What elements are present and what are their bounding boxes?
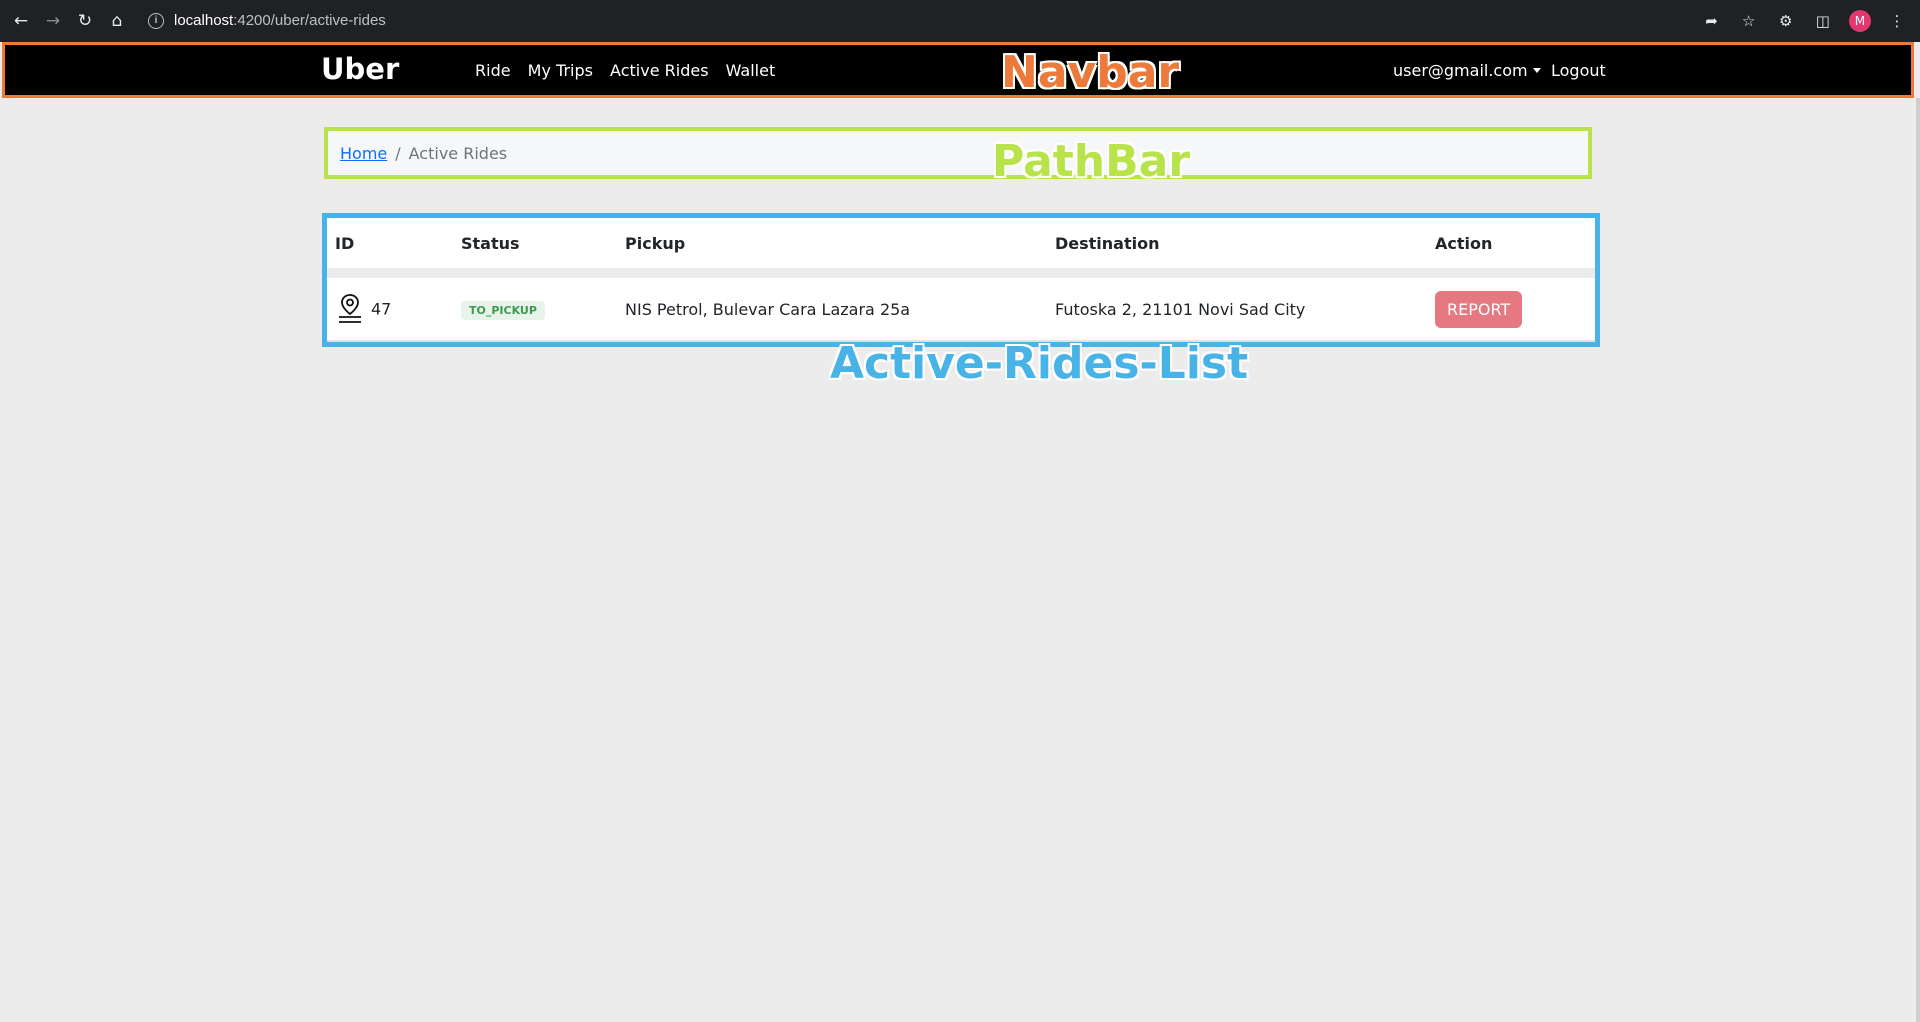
rides-table: ID Status Pickup Destination Action 47 T… bbox=[327, 218, 1595, 342]
navbar: Uber Ride My Trips Active Rides Wallet N… bbox=[2, 42, 1914, 98]
browser-toolbar: ← → ↻ ⌂ i localhost:4200/uber/active-ride… bbox=[0, 0, 1920, 42]
column-header-id: ID bbox=[327, 218, 461, 278]
nav-link-my-trips[interactable]: My Trips bbox=[528, 61, 593, 80]
action-cell: REPORT bbox=[1435, 273, 1595, 342]
nav-links: Ride My Trips Active Rides Wallet bbox=[475, 61, 787, 80]
breadcrumb-home-link[interactable]: Home bbox=[340, 144, 387, 163]
rides-annotation-label: Active-Rides-List bbox=[830, 338, 1249, 389]
nav-link-ride[interactable]: Ride bbox=[475, 61, 511, 80]
caret-down-icon bbox=[1532, 68, 1541, 73]
pathbar-annotation-label: PathBar bbox=[992, 136, 1191, 187]
profile-avatar[interactable]: M bbox=[1848, 10, 1871, 32]
extensions-icon[interactable]: ⚙ bbox=[1775, 10, 1797, 32]
pickup-cell: NIS Petrol, Bulevar Cara Lazara 25a bbox=[625, 273, 1055, 342]
address-bar[interactable]: i localhost:4200/uber/active-rides bbox=[148, 8, 386, 34]
bookmark-star-icon[interactable]: ☆ bbox=[1738, 10, 1760, 32]
table-header-row: ID Status Pickup Destination Action bbox=[327, 218, 1595, 278]
url-host: localhost bbox=[174, 12, 234, 29]
user-dropdown[interactable]: user@gmail.com bbox=[1393, 61, 1541, 80]
breadcrumb-current: Active Rides bbox=[408, 144, 508, 163]
site-info-icon[interactable]: i bbox=[148, 13, 164, 30]
logout-link[interactable]: Logout bbox=[1551, 61, 1606, 80]
home-icon[interactable]: ⌂ bbox=[106, 10, 128, 32]
brand-logo[interactable]: Uber bbox=[321, 52, 399, 86]
active-rides-list: ID Status Pickup Destination Action 47 T… bbox=[322, 213, 1600, 347]
back-icon[interactable]: ← bbox=[10, 10, 32, 32]
side-panel-icon[interactable]: ◫ bbox=[1812, 10, 1834, 32]
reload-icon[interactable]: ↻ bbox=[74, 10, 96, 32]
status-cell: TO_PICKUP bbox=[461, 273, 625, 342]
menu-icon[interactable]: ⋮ bbox=[1886, 10, 1908, 32]
location-pin-icon bbox=[339, 294, 361, 323]
ride-id-cell: 47 bbox=[327, 273, 461, 342]
ride-id: 47 bbox=[371, 299, 392, 319]
forward-icon[interactable]: → bbox=[42, 10, 64, 32]
navbar-annotation-label: Navbar bbox=[1001, 47, 1180, 98]
nav-link-wallet[interactable]: Wallet bbox=[726, 61, 776, 80]
status-badge: TO_PICKUP bbox=[461, 300, 545, 320]
column-header-status: Status bbox=[461, 218, 625, 278]
destination-cell: Futoska 2, 21101 Novi Sad City bbox=[1055, 273, 1435, 342]
breadcrumb: Home / Active Rides bbox=[324, 127, 1592, 179]
user-email: user@gmail.com bbox=[1393, 61, 1528, 80]
table-row[interactable]: 47 TO_PICKUP NIS Petrol, Bulevar Cara La… bbox=[327, 273, 1595, 342]
page-scrollbar[interactable] bbox=[1916, 98, 1920, 1022]
url-path: :4200/uber/active-rides bbox=[233, 12, 386, 29]
column-header-pickup: Pickup bbox=[625, 218, 1055, 278]
nav-link-active-rides[interactable]: Active Rides bbox=[610, 61, 708, 80]
share-icon[interactable]: ➦ bbox=[1701, 10, 1723, 32]
column-header-destination: Destination bbox=[1055, 218, 1435, 278]
breadcrumb-separator: / bbox=[395, 144, 401, 163]
report-button[interactable]: REPORT bbox=[1435, 290, 1523, 328]
column-header-action: Action bbox=[1435, 218, 1595, 278]
